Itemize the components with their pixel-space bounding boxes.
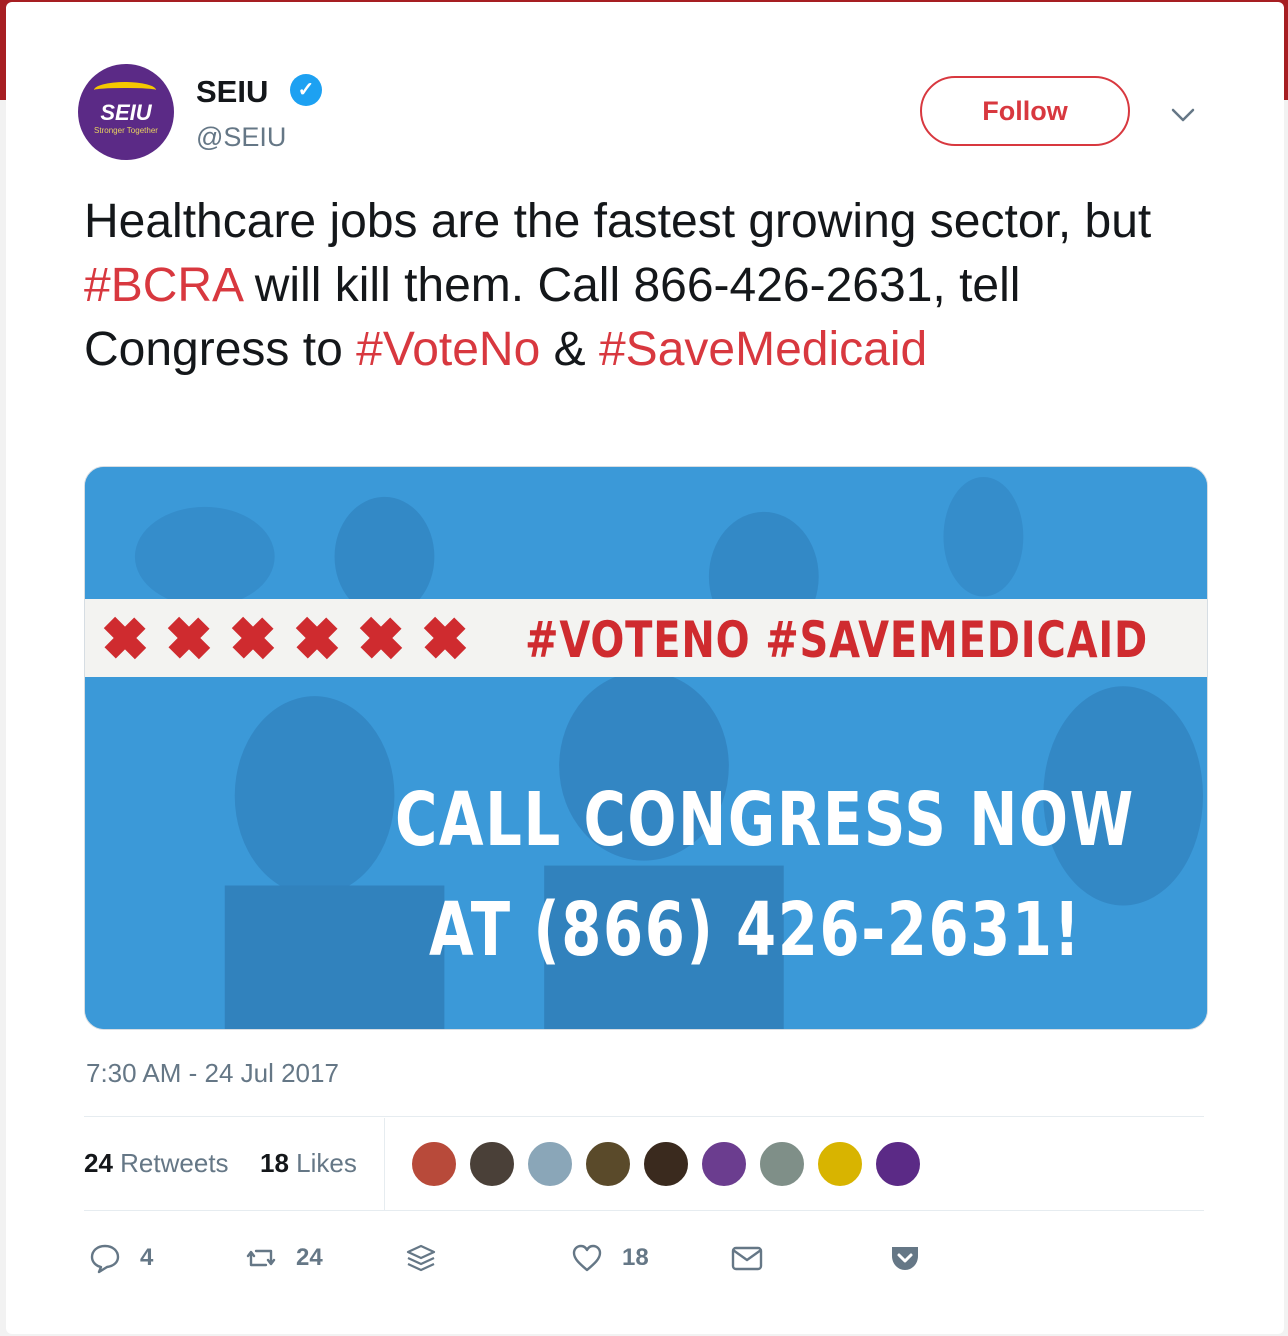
medical-cross-row: [99, 613, 471, 663]
medical-cross-icon: [227, 613, 279, 663]
likes-count: 18: [260, 1148, 289, 1178]
liker-avatar[interactable]: [410, 1140, 458, 1188]
liker-avatar[interactable]: [758, 1140, 806, 1188]
divider: [84, 1116, 1204, 1117]
avatar[interactable]: SEIU Stronger Together: [78, 64, 174, 160]
like-action[interactable]: 18: [570, 1236, 649, 1280]
tweet-card: SEIU Stronger Together SEIU ✓ @SEIU Foll…: [6, 2, 1284, 1334]
tweet-text: Healthcare jobs are the fastest growing …: [84, 190, 1204, 382]
pocket-icon: [892, 1247, 918, 1270]
liker-avatar[interactable]: [700, 1140, 748, 1188]
handle[interactable]: @SEIU: [196, 122, 286, 153]
engagement-stats: 24 Retweets 18 Likes: [84, 1118, 1204, 1210]
tweet-timestamp[interactable]: 7:30 AM - 24 Jul 2017: [86, 1058, 339, 1089]
hashtag-link[interactable]: #BCRA: [84, 259, 241, 312]
liker-avatar[interactable]: [642, 1140, 690, 1188]
liker-avatar[interactable]: [816, 1140, 864, 1188]
medical-cross-icon: [163, 613, 215, 663]
follow-button[interactable]: Follow: [920, 76, 1130, 146]
liker-avatars: [410, 1140, 922, 1188]
reply-icon: [90, 1244, 120, 1274]
avatar-logo-text: SEIU: [100, 100, 152, 125]
tweet-media-image[interactable]: #VOTENO #SAVEMEDICAID CALL CONGRESS NOW …: [84, 466, 1208, 1030]
verified-badge-icon: ✓: [290, 74, 322, 106]
liker-avatar[interactable]: [874, 1140, 922, 1188]
reply-count: 4: [140, 1244, 154, 1271]
liker-avatar[interactable]: [526, 1140, 574, 1188]
likes-label: Likes: [296, 1148, 357, 1178]
display-name[interactable]: SEIU: [196, 74, 268, 110]
hashtag-link[interactable]: #VoteNo: [356, 323, 540, 376]
reply-action[interactable]: 4: [88, 1236, 153, 1280]
medical-cross-icon: [99, 613, 151, 663]
likes-stat[interactable]: 18 Likes: [260, 1148, 357, 1179]
envelope-icon: [731, 1246, 763, 1271]
stats-separator: [384, 1118, 385, 1210]
tweet-actions: 4 24 18: [84, 1236, 1204, 1280]
call-to-action-line2: AT (866) 426-2631!: [429, 887, 1082, 973]
medical-cross-icon: [291, 613, 343, 663]
call-to-action-line1: CALL CONGRESS NOW: [395, 777, 1135, 863]
like-count: 18: [622, 1244, 649, 1271]
tweet-text-part: &: [540, 323, 599, 376]
buffer-action[interactable]: [404, 1236, 438, 1280]
liker-avatar[interactable]: [584, 1140, 632, 1188]
banner-hashtags: #VOTENO #SAVEMEDICAID: [525, 611, 1149, 669]
medical-cross-icon: [419, 613, 471, 663]
retweets-stat[interactable]: 24 Retweets: [84, 1148, 229, 1179]
tweet-text-part: Healthcare jobs are the fastest growing …: [84, 195, 1152, 248]
avatar-logo-subtext: Stronger Together: [94, 126, 158, 135]
pocket-action[interactable]: [888, 1236, 922, 1280]
medical-cross-icon: [355, 613, 407, 663]
avatar-logo-arc: [94, 82, 156, 98]
chevron-down-icon[interactable]: [1168, 100, 1198, 130]
layers-icon: [406, 1244, 436, 1272]
direct-message-action[interactable]: [730, 1236, 764, 1280]
retweet-action[interactable]: 24: [244, 1236, 323, 1280]
tweet-header: SEIU Stronger Together SEIU ✓ @SEIU Foll…: [78, 64, 1218, 164]
retweets-count: 24: [84, 1148, 113, 1178]
divider: [84, 1210, 1204, 1211]
liker-avatar[interactable]: [468, 1140, 516, 1188]
retweet-count: 24: [296, 1244, 323, 1271]
hashtag-banner: #VOTENO #SAVEMEDICAID: [85, 599, 1207, 677]
heart-icon: [572, 1244, 602, 1272]
retweets-label: Retweets: [120, 1148, 229, 1178]
hashtag-link[interactable]: #SaveMedicaid: [599, 323, 927, 376]
retweet-icon: [246, 1249, 276, 1267]
